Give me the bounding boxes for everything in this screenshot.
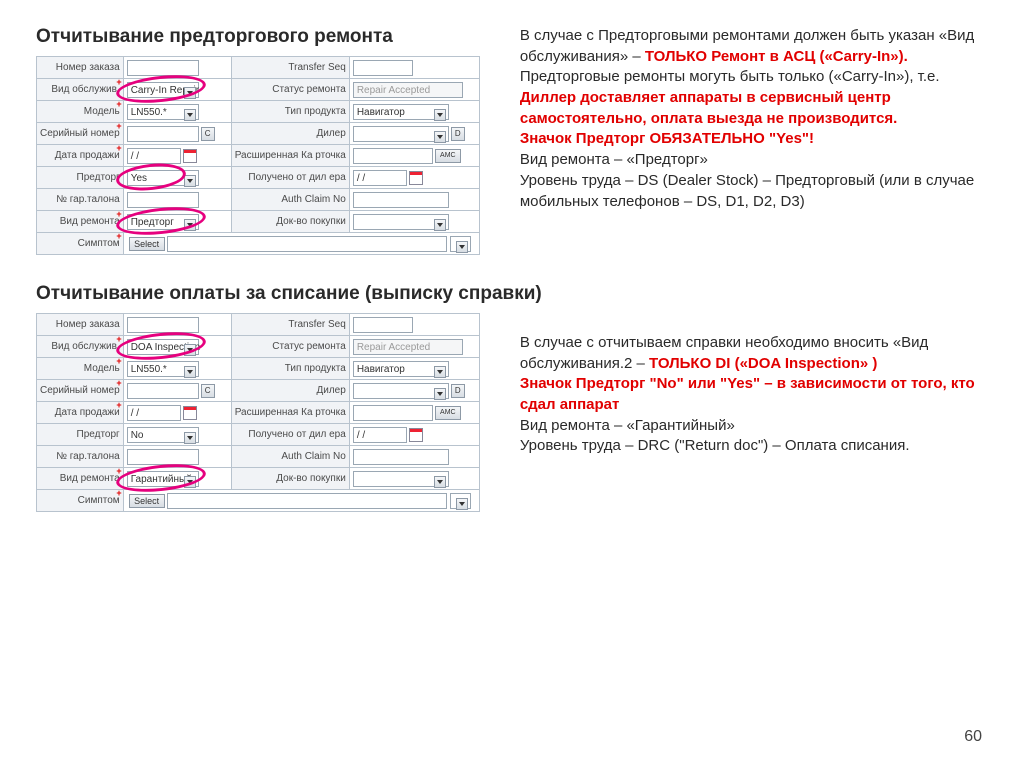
lbl-transfer-seq: Transfer Seq [231, 314, 349, 336]
explanation-block-1: В случае с Предторговыми ремонтами долже… [480, 26, 988, 212]
field-dealer[interactable] [353, 126, 449, 142]
lbl-received: Получено от дил ера [231, 167, 349, 189]
lbl-dealer: Дилер [231, 380, 349, 402]
field-repair-type-1[interactable]: Предторг [127, 214, 199, 230]
field-service-type[interactable]: DOA Inspection [127, 339, 199, 355]
lbl-service-type: Вид обслужив. [37, 79, 124, 101]
lbl-ext-card: Расширенная Ка рточка [231, 145, 349, 167]
lbl-received: Получено от дил ера [231, 424, 349, 446]
btn-serial-c[interactable]: C [201, 384, 215, 398]
lbl-warr-card: № гар.талона [37, 189, 124, 211]
lbl-sale-date: Дата продажи [37, 145, 124, 167]
field-prod-type[interactable]: Навигатор [353, 361, 449, 377]
lbl-warr-card: № гар.талона [37, 446, 124, 468]
lbl-ext-card: Расширенная Ка рточка [231, 402, 349, 424]
field-proof[interactable] [353, 471, 449, 487]
field-repair-status: Repair Accepted [353, 82, 463, 98]
lbl-dealer: Дилер [231, 123, 349, 145]
field-pretrade-1[interactable]: Yes [127, 170, 199, 186]
field-model[interactable]: LN550.* [127, 361, 199, 377]
explanation-block-2: В случае с отчитываем справки необходимо… [480, 313, 988, 457]
lbl-serial: Серийный номер [37, 123, 124, 145]
field-ext-card[interactable] [353, 148, 433, 164]
btn-dealer-d[interactable]: D [451, 127, 465, 141]
lbl-transfer-seq: Transfer Seq [231, 57, 349, 79]
lbl-model: Модель [37, 358, 124, 380]
lbl-prod-type: Тип продукта [231, 101, 349, 123]
btn-dealer-d[interactable]: D [451, 384, 465, 398]
heading-2: Отчитывание оплаты за списание (выписку … [36, 283, 988, 305]
form-panel-2: Номер заказа Transfer Seq Вид обслужив. … [36, 313, 480, 512]
page-number: 60 [964, 728, 982, 746]
field-symptom-dd[interactable] [450, 493, 471, 509]
field-sale-date[interactable]: / / [127, 148, 181, 164]
lbl-serial: Серийный номер [37, 380, 124, 402]
lbl-pretrade: Предторг [37, 167, 124, 189]
field-symptom[interactable] [167, 236, 447, 252]
field-order-no[interactable] [127, 317, 199, 333]
lbl-pretrade: Предторг [37, 424, 124, 446]
field-pretrade-2[interactable]: No [127, 427, 199, 443]
field-prod-type[interactable]: Навигатор [353, 104, 449, 120]
field-service-type[interactable]: Carry-In Repair [127, 82, 199, 98]
field-proof[interactable] [353, 214, 449, 230]
btn-amc[interactable]: AMC [435, 406, 461, 420]
form-panel-1: Номер заказа Transfer Seq Вид обслужив. … [36, 56, 480, 255]
field-serial[interactable] [127, 383, 199, 399]
lbl-symptom: Симптом [37, 233, 124, 255]
btn-amc[interactable]: AMC [435, 149, 461, 163]
calendar-icon[interactable] [183, 149, 197, 163]
calendar-icon[interactable] [183, 406, 197, 420]
lbl-repair-type: Вид ремонта [37, 211, 124, 233]
field-repair-status: Repair Accepted [353, 339, 463, 355]
lbl-order-no: Номер заказа [37, 314, 124, 336]
btn-symptom-select[interactable]: Select [129, 237, 165, 251]
lbl-order-no: Номер заказа [37, 57, 124, 79]
field-serial[interactable] [127, 126, 199, 142]
field-received[interactable]: / / [353, 427, 407, 443]
lbl-symptom: Симптом [37, 490, 124, 512]
field-received[interactable]: / / [353, 170, 407, 186]
lbl-repair-status: Статус ремонта [231, 79, 349, 101]
field-transfer-seq[interactable] [353, 60, 413, 76]
field-ext-card[interactable] [353, 405, 433, 421]
lbl-prod-type: Тип продукта [231, 358, 349, 380]
field-order-no[interactable] [127, 60, 199, 76]
lbl-repair-type: Вид ремонта [37, 468, 124, 490]
field-warr-card[interactable] [127, 192, 199, 208]
lbl-sale-date: Дата продажи [37, 402, 124, 424]
field-dealer[interactable] [353, 383, 449, 399]
field-warr-card[interactable] [127, 449, 199, 465]
field-symptom-dd[interactable] [450, 236, 471, 252]
field-auth-claim[interactable] [353, 449, 449, 465]
lbl-proof: Док-во покупки [231, 468, 349, 490]
field-auth-claim[interactable] [353, 192, 449, 208]
field-model[interactable]: LN550.* [127, 104, 199, 120]
lbl-service-type: Вид обслужив. [37, 336, 124, 358]
calendar-icon[interactable] [409, 428, 423, 442]
field-sale-date[interactable]: / / [127, 405, 181, 421]
lbl-repair-status: Статус ремонта [231, 336, 349, 358]
field-repair-type-2[interactable]: Гарантийный [127, 471, 199, 487]
lbl-auth-claim: Auth Claim No [231, 189, 349, 211]
calendar-icon[interactable] [409, 171, 423, 185]
btn-serial-c[interactable]: C [201, 127, 215, 141]
field-symptom[interactable] [167, 493, 447, 509]
field-transfer-seq[interactable] [353, 317, 413, 333]
lbl-proof: Док-во покупки [231, 211, 349, 233]
btn-symptom-select[interactable]: Select [129, 494, 165, 508]
lbl-model: Модель [37, 101, 124, 123]
heading-1: Отчитывание предторгового ремонта [36, 26, 480, 48]
lbl-auth-claim: Auth Claim No [231, 446, 349, 468]
